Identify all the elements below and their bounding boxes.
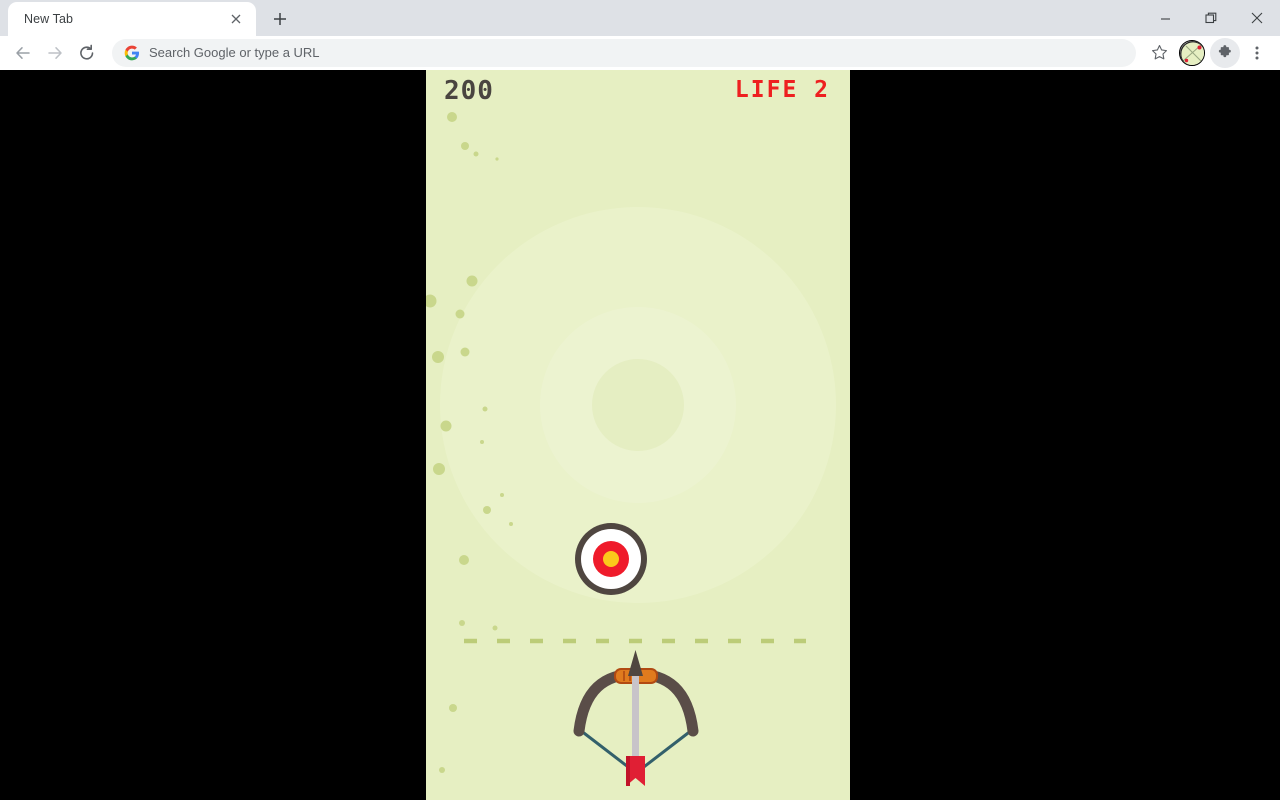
page-content: 200 LIFE 2 (0, 70, 1280, 800)
forward-arrow-icon[interactable] (40, 38, 70, 68)
browser-window: New Tab Search Google or type a URL 200 … (0, 0, 1280, 800)
minimize-icon[interactable] (1142, 0, 1188, 36)
bg-ring-inner (592, 359, 684, 451)
game-scene (426, 70, 850, 800)
back-arrow-icon[interactable] (8, 38, 38, 68)
browser-toolbar: Search Google or type a URL (0, 36, 1280, 70)
star-icon[interactable] (1144, 38, 1174, 68)
new-tab-button[interactable] (266, 5, 294, 33)
puzzle-piece-icon[interactable] (1210, 37, 1240, 68)
game-canvas[interactable]: 200 LIFE 2 (426, 70, 850, 800)
google-g-icon (124, 45, 140, 61)
tab-strip: New Tab (0, 0, 1280, 36)
close-icon[interactable] (1234, 0, 1280, 36)
reload-icon[interactable] (72, 38, 102, 68)
tab-new-tab[interactable]: New Tab (8, 2, 256, 36)
tab-title: New Tab (24, 12, 74, 26)
search-input[interactable]: Search Google or type a URL (112, 38, 1136, 67)
three-dot-menu-icon[interactable] (1242, 38, 1272, 68)
omnibox-placeholder: Search Google or type a URL (149, 45, 320, 60)
bullseye-target[interactable] (575, 523, 647, 595)
toolbar-actions (1144, 37, 1272, 68)
close-icon[interactable] (226, 9, 246, 29)
restore-icon[interactable] (1188, 0, 1234, 36)
archery-profile-avatar[interactable] (1179, 39, 1205, 66)
window-controls (1142, 0, 1280, 36)
